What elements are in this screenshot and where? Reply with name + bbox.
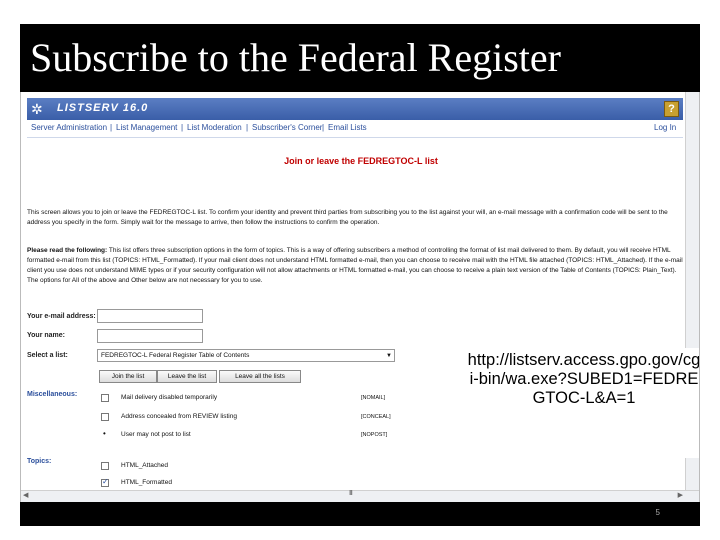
listserv-header: ✲ LISTSERV 16.0 ? bbox=[27, 98, 683, 120]
slide-footer: 5 bbox=[20, 502, 700, 526]
leave-all-lists-button[interactable]: Leave all the lists bbox=[219, 370, 301, 383]
listserv-logo-icon: ✲ bbox=[31, 101, 43, 117]
join-list-button[interactable]: Join the list bbox=[99, 370, 157, 383]
menu-list-management[interactable]: List Management bbox=[116, 123, 177, 132]
menu-list-moderation[interactable]: List Moderation bbox=[187, 123, 242, 132]
login-link[interactable]: Log In bbox=[654, 123, 676, 132]
slide-title-bar: Subscribe to the Federal Register bbox=[20, 24, 700, 92]
name-label: Your name: bbox=[27, 332, 65, 339]
scroll-grip-icon[interactable]: III bbox=[349, 490, 353, 497]
nomail-code: [NOMAIL] bbox=[361, 395, 386, 401]
slide-title: Subscribe to the Federal Register bbox=[30, 35, 561, 80]
menu-separator: | bbox=[322, 123, 325, 132]
html-formatted-label: HTML_Formatted bbox=[121, 479, 172, 486]
page-heading: Join or leave the FEDREGTOC-L list bbox=[284, 156, 438, 166]
menu-separator: | bbox=[181, 123, 184, 132]
url-callout-text: http://listserv.access.gpo.gov/cgi-bin/w… bbox=[467, 351, 700, 407]
misc-section-label: Miscellaneous: bbox=[27, 391, 78, 398]
html-attached-checkbox[interactable] bbox=[101, 462, 109, 470]
list-select[interactable]: FEDREGTOC-L Federal Register Table of Co… bbox=[97, 349, 395, 362]
listserv-menu: Server Administration | List Management … bbox=[27, 120, 683, 138]
html-formatted-checkbox[interactable] bbox=[101, 477, 109, 487]
topics-section-label: Topics: bbox=[27, 458, 52, 465]
email-label: Your e-mail address: bbox=[27, 313, 96, 320]
select-list-label: Select a list: bbox=[27, 352, 68, 359]
help-button[interactable]: ? bbox=[664, 101, 679, 117]
product-title: LISTSERV 16.0 bbox=[57, 102, 149, 114]
menu-separator: | bbox=[246, 123, 249, 132]
chevron-down-icon: ▼ bbox=[386, 353, 392, 359]
nopost-bullet: • bbox=[103, 429, 106, 438]
browser-viewport: ✲ LISTSERV 16.0 ? Server Administration … bbox=[20, 92, 700, 502]
slide-number: 5 bbox=[655, 508, 660, 517]
conceal-code: [CONCEAL] bbox=[361, 414, 391, 420]
menu-server-administration[interactable]: Server Administration bbox=[31, 123, 107, 132]
format-paragraph-lead: Please read the following: bbox=[27, 247, 108, 254]
name-field[interactable] bbox=[97, 329, 203, 343]
url-callout: http://listserv.access.gpo.gov/cgi-bin/w… bbox=[467, 348, 700, 458]
html-attached-label: HTML_Attached bbox=[121, 462, 168, 469]
conceal-label: Address concealed from REVIEW listing bbox=[121, 413, 237, 420]
conceal-checkbox[interactable] bbox=[101, 413, 109, 421]
intro-paragraph: This screen allows you to join or leave … bbox=[27, 209, 668, 226]
list-select-value: FEDREGTOC-L Federal Register Table of Co… bbox=[101, 352, 250, 359]
horizontal-scrollbar[interactable]: ◀ III ▶ bbox=[21, 490, 699, 502]
scroll-left-icon[interactable]: ◀ bbox=[23, 491, 28, 499]
nomail-label: Mail delivery disabled temporarily bbox=[121, 394, 218, 401]
format-paragraph: Please read the following: This list off… bbox=[27, 246, 687, 286]
format-paragraph-body: This list offers three subscription opti… bbox=[27, 247, 683, 284]
menu-separator: | bbox=[110, 123, 113, 132]
leave-list-button[interactable]: Leave the list bbox=[157, 370, 217, 383]
nomail-checkbox[interactable] bbox=[101, 394, 109, 402]
email-field[interactable] bbox=[97, 309, 203, 323]
nopost-label: User may not post to list bbox=[121, 431, 191, 438]
menu-subscribers-corner[interactable]: Subscriber's Corner bbox=[252, 123, 322, 132]
nopost-code: [NOPOST] bbox=[361, 432, 388, 438]
scroll-right-icon[interactable]: ▶ bbox=[678, 491, 683, 499]
menu-email-lists[interactable]: Email Lists bbox=[328, 123, 367, 132]
